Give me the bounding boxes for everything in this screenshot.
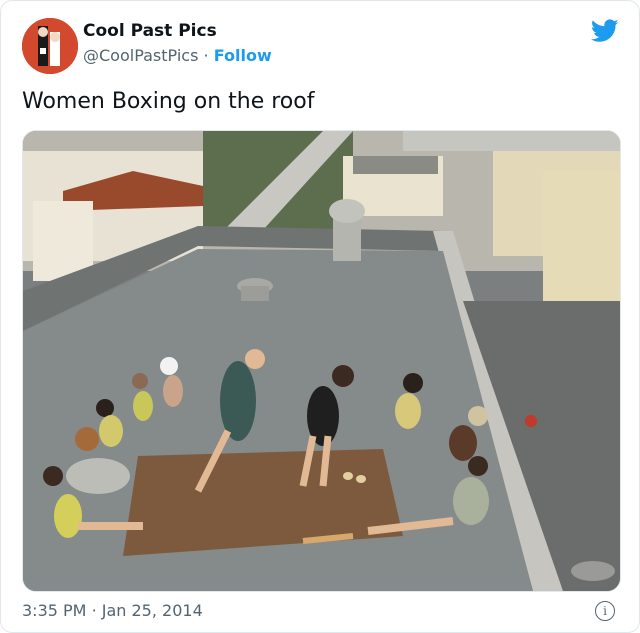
avatar-image	[22, 18, 78, 74]
tweet-card: Cool Past Pics @CoolPastPics · Follow Wo…	[0, 0, 640, 633]
handle-separator: ·	[203, 46, 209, 65]
author-handle-row: @CoolPastPics · Follow	[83, 46, 272, 65]
author-name[interactable]: Cool Past Pics	[83, 21, 217, 41]
author-handle[interactable]: @CoolPastPics	[83, 46, 198, 65]
tweet-time: 3:35 PM	[22, 601, 87, 620]
tweet-timestamp[interactable]: 3:35 PM · Jan 25, 2014	[22, 601, 203, 620]
tweet-text: Women Boxing on the roof	[22, 89, 315, 114]
tweet-date: Jan 25, 2014	[101, 601, 203, 620]
rooftop-boxing-photo	[23, 131, 620, 591]
tweet-photo[interactable]	[22, 130, 621, 592]
follow-button[interactable]: Follow	[214, 46, 272, 65]
info-icon[interactable]: i	[595, 601, 615, 621]
timestamp-separator: ·	[91, 601, 97, 620]
avatar[interactable]	[22, 18, 78, 74]
twitter-bird-icon[interactable]	[591, 19, 619, 43]
